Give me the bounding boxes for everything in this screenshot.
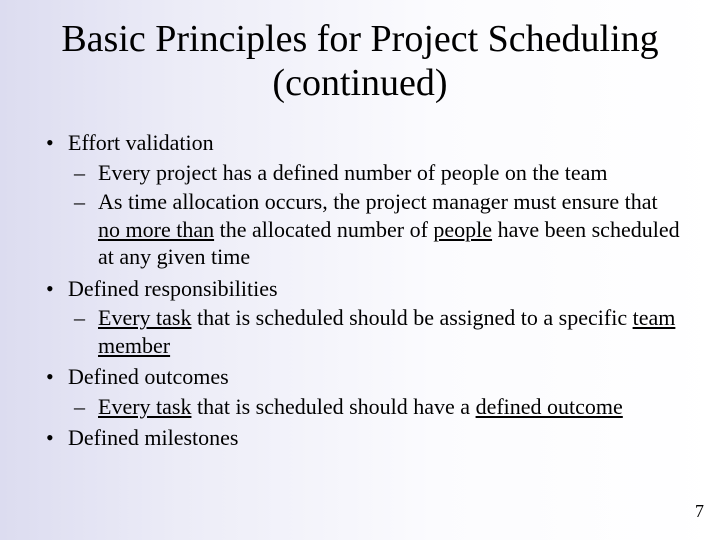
bullet-defined-milestones: Defined milestones xyxy=(68,424,682,452)
sub-bullet: As time allocation occurs, the project m… xyxy=(98,188,682,271)
bullet-list: Effort validation Every project has a de… xyxy=(28,129,692,452)
sub-text-part: that is scheduled should be assigned to … xyxy=(191,305,632,330)
bullet-text: Defined responsibilities xyxy=(68,276,278,301)
bullet-text: Defined milestones xyxy=(68,425,238,450)
bullet-text: Effort validation xyxy=(68,130,214,155)
sub-list: Every task that is scheduled should be a… xyxy=(68,304,682,359)
slide: Basic Principles for Project Scheduling … xyxy=(0,0,720,540)
sub-text-part: the allocated number of xyxy=(214,217,433,242)
sub-bullet: Every task that is scheduled should be a… xyxy=(98,304,682,359)
sub-text: Every project has a defined number of pe… xyxy=(98,160,607,185)
underline-phrase: no more than xyxy=(98,217,214,242)
underline-phrase: Every task xyxy=(98,394,191,419)
underline-phrase: defined outcome xyxy=(476,394,623,419)
bullet-effort-validation: Effort validation Every project has a de… xyxy=(68,129,682,271)
bullet-text: Defined outcomes xyxy=(68,364,229,389)
underline-phrase: people xyxy=(433,217,492,242)
page-number: 7 xyxy=(695,501,704,522)
underline-phrase: Every task xyxy=(98,305,191,330)
sub-text-part: As time allocation occurs, the project m… xyxy=(98,189,658,214)
bullet-defined-outcomes: Defined outcomes Every task that is sche… xyxy=(68,363,682,420)
slide-title: Basic Principles for Project Scheduling … xyxy=(28,18,692,105)
sub-list: Every project has a defined number of pe… xyxy=(68,159,682,271)
sub-text-part: that is scheduled should have a xyxy=(191,394,475,419)
sub-list: Every task that is scheduled should have… xyxy=(68,393,682,421)
sub-bullet: Every task that is scheduled should have… xyxy=(98,393,682,421)
sub-bullet: Every project has a defined number of pe… xyxy=(98,159,682,187)
bullet-defined-responsibilities: Defined responsibilities Every task that… xyxy=(68,275,682,360)
